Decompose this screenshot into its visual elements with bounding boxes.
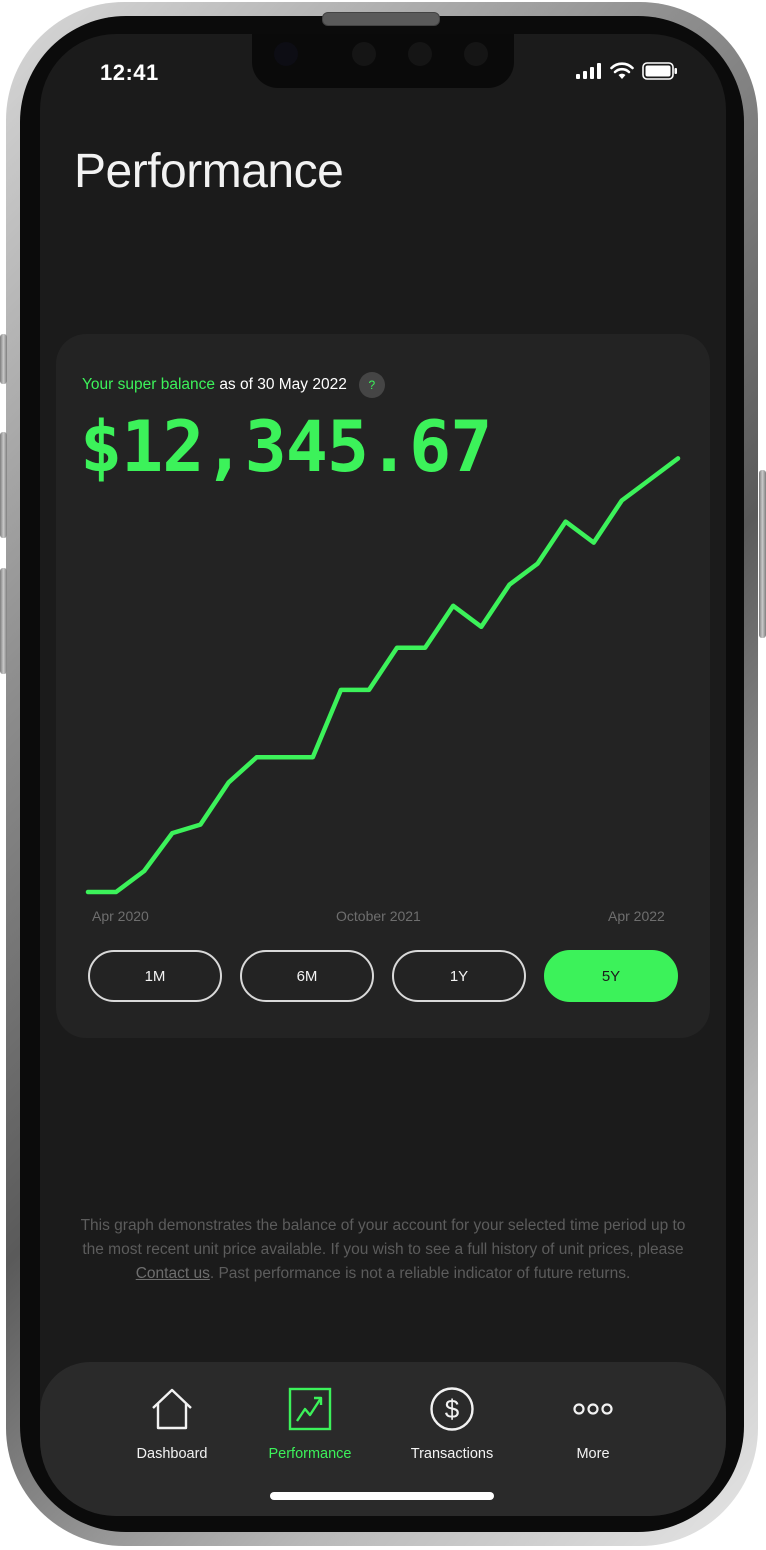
volume-up-button bbox=[0, 432, 7, 538]
status-time: 12:41 bbox=[100, 60, 159, 85]
screen: 12:41 Performance Your super balance as … bbox=[40, 34, 726, 1516]
tab-dashboard[interactable]: Dashboard bbox=[102, 1386, 242, 1462]
tab-more[interactable]: More bbox=[523, 1386, 663, 1462]
sensor-dot bbox=[464, 42, 488, 66]
tab-label: Dashboard bbox=[136, 1446, 208, 1462]
tab-label: Transactions bbox=[410, 1446, 494, 1462]
home-indicator[interactable] bbox=[270, 1492, 494, 1500]
balance-chart bbox=[85, 456, 681, 895]
tab-performance[interactable]: Performance bbox=[240, 1386, 380, 1462]
signal-icon bbox=[576, 63, 601, 79]
svg-text:$: $ bbox=[445, 1394, 460, 1424]
notch bbox=[252, 34, 514, 88]
balance-series-line bbox=[85, 456, 681, 895]
contact-us-link[interactable]: Contact us bbox=[136, 1265, 210, 1282]
status-icons bbox=[576, 62, 678, 80]
x-tick-label: Apr 2022 bbox=[608, 908, 665, 924]
page-title: Performance bbox=[74, 145, 344, 198]
home-icon bbox=[152, 1388, 192, 1430]
battery-icon bbox=[642, 62, 677, 80]
silent-switch bbox=[0, 334, 7, 384]
earpiece-speaker bbox=[322, 12, 440, 26]
tab-transactions[interactable]: $ Transactions bbox=[382, 1386, 522, 1462]
trend-chart-icon bbox=[288, 1387, 332, 1431]
front-camera-icon bbox=[274, 42, 298, 66]
dollar-icon: $ bbox=[430, 1387, 474, 1431]
wifi-icon bbox=[610, 62, 634, 79]
tab-label: More bbox=[576, 1446, 610, 1462]
disclaimer-text-before: This graph demonstrates the balance of y… bbox=[80, 1217, 686, 1258]
x-tick-label: Apr 2020 bbox=[92, 908, 149, 924]
range-button-5y[interactable]: 5Y bbox=[544, 950, 678, 1002]
balance-card: Your super balance as of 30 May 2022 ? $… bbox=[56, 334, 710, 1038]
range-button-1m[interactable]: 1M bbox=[88, 950, 222, 1002]
range-button-1y[interactable]: 1Y bbox=[392, 950, 526, 1002]
volume-down-button bbox=[0, 568, 7, 674]
sensor-dot bbox=[352, 42, 376, 66]
tab-label: Performance bbox=[268, 1446, 352, 1462]
sensor-dot bbox=[408, 42, 432, 66]
range-button-6m[interactable]: 6M bbox=[240, 950, 374, 1002]
power-button bbox=[759, 470, 766, 638]
x-tick-label: October 2021 bbox=[336, 908, 421, 924]
more-dots-icon bbox=[573, 1403, 613, 1415]
disclaimer-text-after: . Past performance is not a reliable ind… bbox=[209, 1265, 631, 1282]
disclaimer-text: This graph demonstrates the balance of y… bbox=[78, 1214, 688, 1286]
range-selector: 1M 6M 1Y 5Y bbox=[88, 950, 678, 1002]
